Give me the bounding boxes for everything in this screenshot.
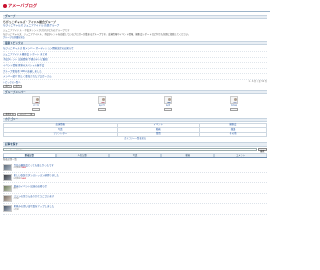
avatar-icon[interactable] — [230, 96, 238, 105]
tab-new[interactable]: 新着記事 — [3, 152, 56, 157]
post-meta: 3日前 — [14, 209, 268, 212]
news-more-link[interactable]: トピックス一覧へ — [3, 81, 20, 85]
group-section-head: グループ — [3, 14, 267, 19]
post-thumbnail[interactable] — [3, 184, 12, 192]
post-time: 2時間前 — [13, 167, 21, 170]
site-header: アメーバブログ — [0, 0, 270, 12]
post-thumbnail[interactable] — [3, 195, 12, 203]
pager-buttons: 前へ 次へ — [3, 85, 23, 89]
categories-section-head: カテゴリー — [3, 117, 267, 123]
member-card[interactable]: さくら — [3, 95, 69, 112]
news-section-head: 最新トピックス — [3, 40, 267, 46]
post-time: 2日前 — [13, 198, 19, 201]
group-detail-link[interactable]: グループの詳細を見る — [3, 36, 267, 40]
member-card[interactable]: みゆ — [135, 95, 201, 112]
search-button[interactable]: 検索 — [257, 147, 267, 153]
member-follow-button[interactable] — [230, 108, 238, 112]
tab-popular[interactable]: 人気記事 — [55, 152, 109, 157]
next-button[interactable]: 次へ — [13, 85, 23, 89]
post-meta: 2時間前 NEW — [14, 167, 268, 170]
tab-video[interactable]: 動画 — [161, 152, 215, 157]
new-badge: NEW — [21, 167, 27, 170]
post-body: 新しい衣装でダンスレッスン頑張りました 5時間前 NEW — [14, 174, 268, 180]
list-item[interactable]: ファンの皆さんありがとうございます 2日前 — [3, 194, 268, 205]
news-item[interactable]: メンバー紹介 新しく参加されたブロガーさん — [3, 74, 267, 81]
category-cell[interactable]: ファンレター — [3, 131, 118, 137]
post-body: ファンの皆さんありがとうございます 2日前 — [14, 195, 268, 201]
category-table: 出演情報 イベント 撮影会 写真 動画 雑談 ファンレター 質問 その他 — [3, 123, 267, 137]
tab-photo[interactable]: 写真 — [108, 152, 162, 157]
join-button[interactable]: 参加する — [3, 113, 17, 117]
pager-buttons-row: 前へ 次へ — [3, 85, 267, 89]
search-input[interactable] — [3, 147, 257, 152]
search-bar: 検索 — [3, 147, 267, 153]
post-thumbnail[interactable] — [3, 174, 12, 182]
avatar-icon[interactable] — [32, 96, 40, 105]
tab-comment[interactable]: コメント — [214, 152, 267, 157]
post-tabs: 新着記事 人気記事 写真 動画 コメント — [3, 152, 267, 158]
group-subtitle[interactable]: ちびっこギャルズ ジュニアアイドル 応援グループ — [3, 24, 267, 27]
search-section-head: 記事を探す — [3, 142, 267, 147]
post-body: 週末のイベント出演のお知らせ 昨日 — [14, 185, 268, 191]
logo-icon — [3, 3, 7, 8]
list-item[interactable]: 夏休みの思い出写真をアップしました 3日前 — [3, 204, 268, 215]
post-body: 今日の撮影会とっても楽しかったです 2時間前 NEW — [14, 164, 268, 170]
news-list: ちびっこギャルズ 新メンバー オーディション開催決定のお知らせ ジュニアアイドル… — [3, 46, 267, 81]
post-meta: 5時間前 NEW — [14, 178, 268, 181]
avatar-icon[interactable] — [98, 96, 106, 105]
post-time: 3日前 — [13, 208, 19, 211]
category-cell[interactable]: その他 — [199, 131, 267, 137]
member-card[interactable]: あいり — [69, 95, 135, 112]
post-meta: 昨日 — [14, 188, 268, 191]
news-pager: トピックス一覧へ 1 - 6 件 / 全 52 件 — [3, 81, 267, 84]
post-thumbnail[interactable] — [3, 205, 12, 213]
category-cell[interactable]: 質問 — [116, 131, 201, 137]
post-meta: 2日前 — [14, 198, 268, 201]
member-card[interactable]: ななみ — [201, 95, 267, 112]
member-list-button[interactable]: メンバー一覧 — [17, 113, 35, 117]
logo-text: アメーバブログ — [8, 2, 38, 8]
new-badge: NEW — [21, 177, 27, 180]
table-row: ファンレター 質問 その他 — [3, 131, 267, 137]
member-follow-button[interactable] — [164, 108, 172, 112]
member-grid: さくら あいり みゆ ななみ — [3, 95, 267, 112]
category-more-link[interactable]: カテゴリー一覧を見る — [3, 137, 267, 141]
page-content: グループ ちびっこギャルズ・アイドル総合グループ ちびっこギャルズ ジュニアアイ… — [0, 12, 270, 216]
post-time: 昨日 — [13, 187, 18, 190]
site-logo[interactable]: アメーバブログ — [3, 3, 37, 8]
group-tagline: ジュニアアイドル・子役タレントが大好きな方のグループです — [3, 29, 70, 33]
post-time: 5時間前 — [13, 177, 21, 180]
list-item[interactable]: 週末のイベント出演のお知らせ 昨日 — [3, 183, 268, 194]
prev-button[interactable]: 前へ — [3, 85, 13, 89]
post-thumbnail[interactable] — [3, 163, 12, 171]
member-follow-button[interactable] — [32, 108, 40, 112]
avatar-icon[interactable] — [164, 96, 172, 105]
list-item[interactable]: 今日の撮影会とっても楽しかったです 2時間前 NEW — [3, 163, 268, 174]
news-count: 1 - 6 件 / 全 52 件 — [248, 80, 267, 84]
post-body: 夏休みの思い出写真をアップしました 3日前 — [14, 205, 268, 211]
members-section-head: グループメンバー — [3, 89, 267, 95]
list-item[interactable]: 新しい衣装でダンスレッスン頑張りました 5時間前 NEW — [3, 173, 268, 184]
member-actions: 参加する メンバー一覧 — [3, 113, 267, 117]
post-list: 今日の撮影会とっても楽しかったです 2時間前 NEW 新しい衣装でダンスレッスン… — [3, 163, 267, 215]
member-follow-button[interactable] — [98, 108, 106, 112]
